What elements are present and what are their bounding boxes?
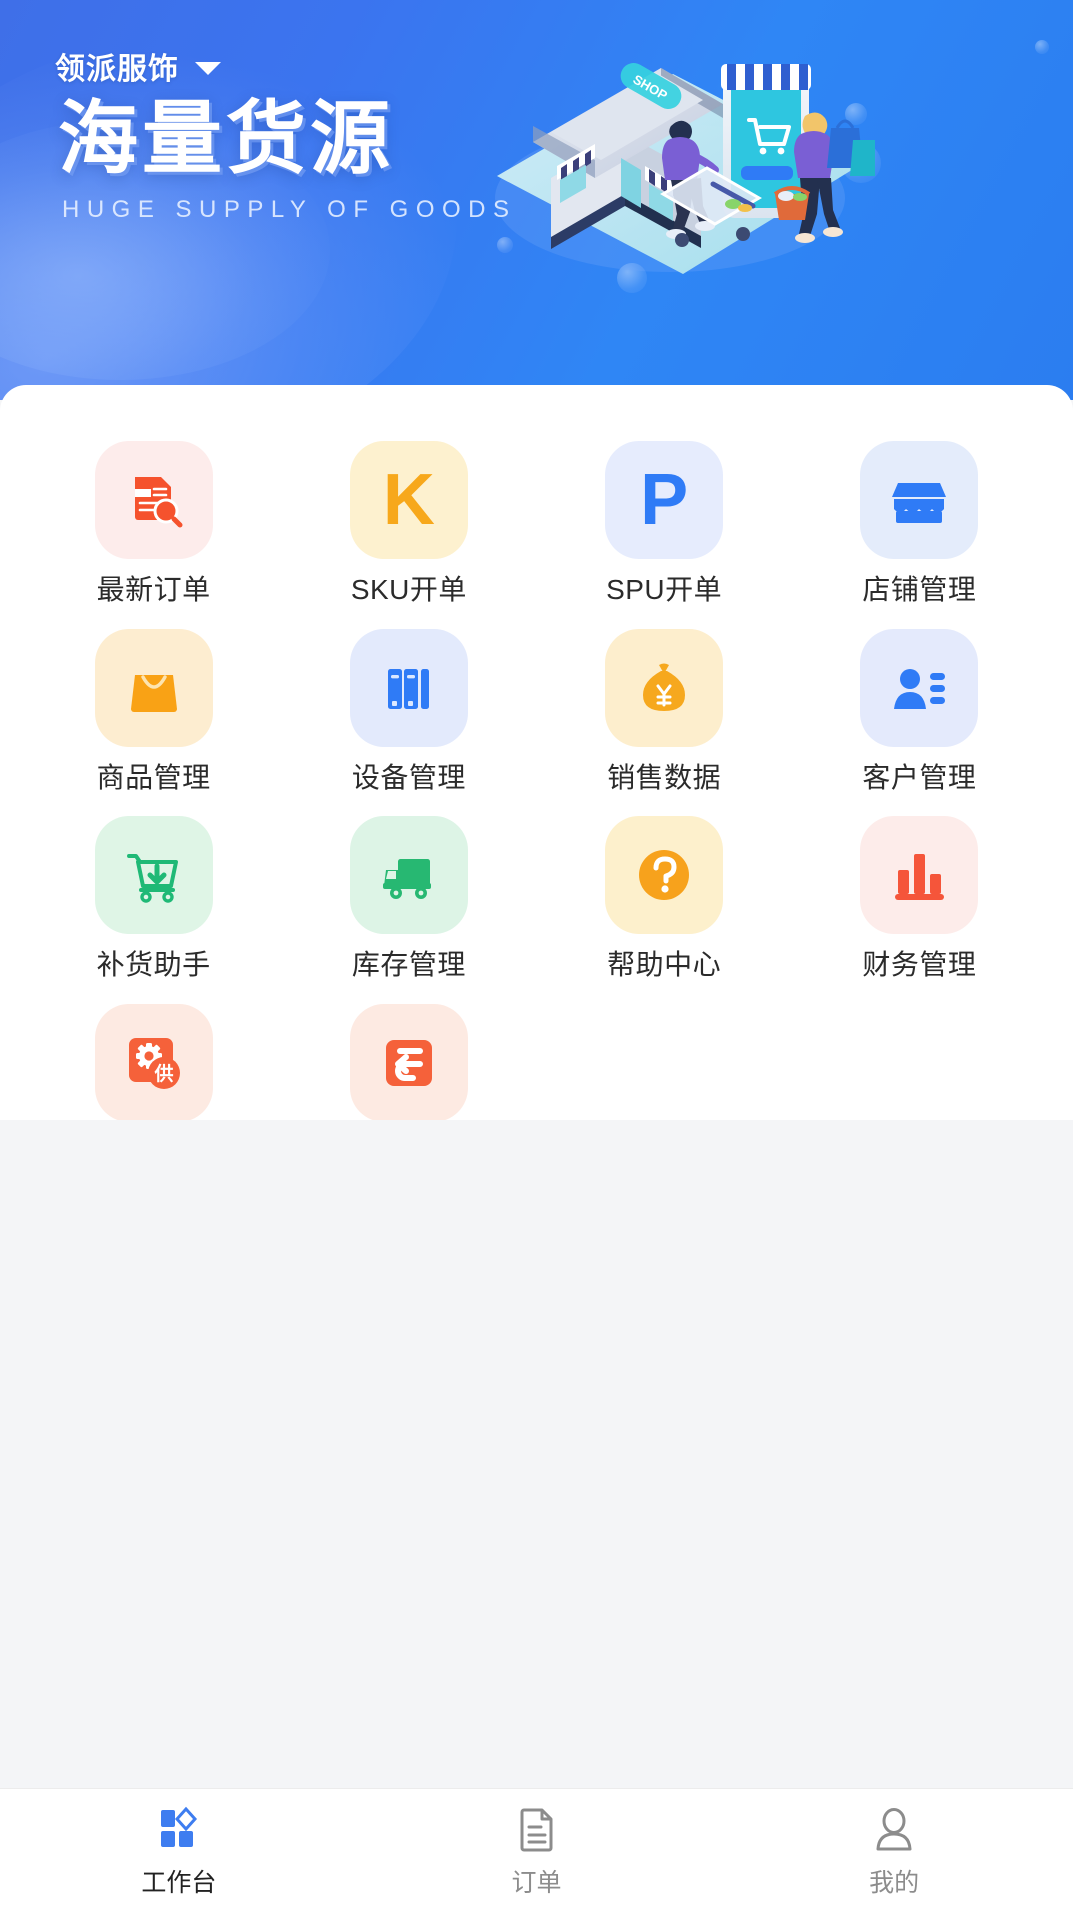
- tab-label: 订单: [512, 1863, 562, 1899]
- menu-tile-label: 销售数据: [607, 761, 721, 795]
- tab-document-order[interactable]: 订单: [358, 1789, 716, 1913]
- bottom-tabbar: 工作台 订单 我的: [0, 1788, 1073, 1913]
- svg-text:供: 供: [153, 1062, 173, 1085]
- letter-k-icon: K: [350, 441, 468, 559]
- menu-tile-binder-folders[interactable]: 设备管理: [281, 629, 536, 795]
- menu-tile-customer-contact[interactable]: 客户管理: [792, 629, 1047, 795]
- menu-tile-label: 商品管理: [97, 761, 211, 795]
- menu-tile-bar-chart[interactable]: 财务管理: [792, 816, 1047, 982]
- header-banner: SHOP: [0, 0, 1073, 400]
- money-bag-yuan-icon: [605, 629, 723, 747]
- bubble-decoration-icon: [1035, 40, 1049, 54]
- document-search-icon: [95, 441, 213, 559]
- menu-tile-label: 店铺管理: [862, 573, 976, 607]
- menu-card: 最新订单 K SKU开单 P SPU开单 店铺管理 商品管理 设备管理 销售数据 客户管…: [0, 385, 1073, 1120]
- tab-person-profile[interactable]: 我的: [715, 1789, 1073, 1913]
- letter-k-icon-glyph: K: [383, 464, 435, 536]
- shopping-bag-icon: [95, 629, 213, 747]
- letter-p-icon-glyph: P: [640, 464, 688, 536]
- chevron-down-icon[interactable]: [195, 62, 221, 75]
- menu-tile-letter-k[interactable]: K SKU开单: [281, 441, 536, 607]
- brand-name: 领派服饰: [55, 44, 179, 88]
- menu-tile-label: 最新订单: [97, 573, 211, 607]
- page-title: 海量货源: [58, 98, 394, 180]
- menu-tile-shopping-bag[interactable]: 商品管理: [26, 629, 281, 795]
- person-profile-icon: [868, 1803, 920, 1855]
- menu-tile-question-circle[interactable]: 帮助中心: [537, 816, 792, 982]
- menu-tile-letter-p[interactable]: P SPU开单: [537, 441, 792, 607]
- storefront-icon: [860, 441, 978, 559]
- delivery-truck-icon: [350, 816, 468, 934]
- workbench-grid-icon: [153, 1803, 205, 1855]
- menu-grid: 最新订单 K SKU开单 P SPU开单 店铺管理 商品管理 设备管理 销售数据 客户管…: [0, 385, 1073, 1169]
- bar-chart-icon: [860, 816, 978, 934]
- menu-tile-storefront[interactable]: 店铺管理: [792, 441, 1047, 607]
- menu-tile-label: 客户管理: [862, 761, 976, 795]
- menu-tile-label: 帮助中心: [607, 948, 721, 982]
- question-circle-icon: [605, 816, 723, 934]
- menu-tile-label: 库存管理: [352, 948, 466, 982]
- menu-tile-label: 设备管理: [352, 761, 466, 795]
- binder-folders-icon: [350, 629, 468, 747]
- menu-tile-delivery-truck[interactable]: 库存管理: [281, 816, 536, 982]
- page-subtitle: HUGE SUPPLY OF GOODS: [62, 196, 517, 224]
- tab-label: 我的: [869, 1863, 919, 1899]
- menu-tile-label: SPU开单: [606, 573, 722, 607]
- menu-tile-label: SKU开单: [351, 573, 467, 607]
- tab-label: 工作台: [141, 1863, 216, 1899]
- menu-tile-label: 补货助手: [97, 948, 211, 982]
- app-root: SHOP: [0, 0, 1073, 1913]
- shop-illustration: SHOP: [455, 8, 875, 308]
- supplier-gear-icon: 供: [95, 1004, 213, 1122]
- menu-tile-document-search[interactable]: 最新订单: [26, 441, 281, 607]
- letter-p-icon: P: [605, 441, 723, 559]
- cart-download-icon: [95, 816, 213, 934]
- product-refresh-icon: [350, 1004, 468, 1122]
- tab-workbench-grid[interactable]: 工作台: [0, 1789, 358, 1913]
- brand-selector[interactable]: 领派服饰: [55, 44, 221, 88]
- customer-contact-icon: [860, 629, 978, 747]
- menu-tile-label: 财务管理: [862, 948, 976, 982]
- menu-tile-money-bag-yuan[interactable]: 销售数据: [537, 629, 792, 795]
- content-spacer: [0, 1120, 1073, 1788]
- document-order-icon: [511, 1803, 563, 1855]
- menu-tile-cart-download[interactable]: 补货助手: [26, 816, 281, 982]
